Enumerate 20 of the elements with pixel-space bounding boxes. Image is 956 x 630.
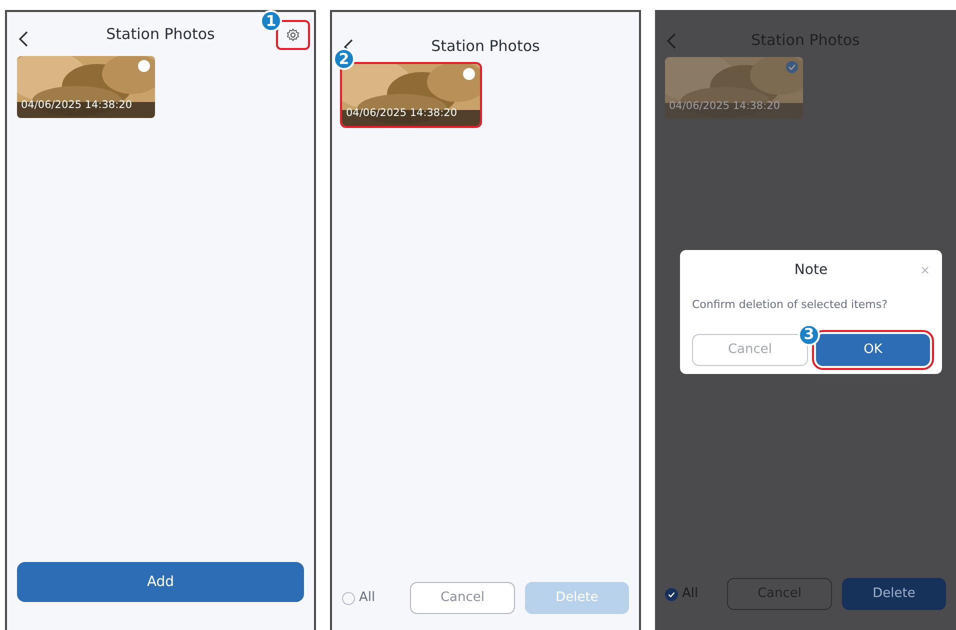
step-number-badge: 1 bbox=[260, 10, 282, 32]
add-button[interactable]: Add bbox=[17, 562, 304, 602]
photo-timestamp: 04/06/2025 14:38:20 bbox=[21, 98, 132, 114]
dialog-message: Confirm deletion of selected items? bbox=[692, 297, 888, 313]
select-circle[interactable] bbox=[786, 61, 798, 73]
screen-title: Station Photos bbox=[106, 24, 215, 45]
close-button[interactable]: × bbox=[920, 261, 930, 279]
photo-thumbnail[interactable]: 04/06/2025 14:38:20 bbox=[17, 56, 155, 118]
step-number-badge: 3 bbox=[798, 324, 820, 346]
photo-timestamp: 04/06/2025 14:38:20 bbox=[669, 99, 780, 114]
delete-button[interactable]: Delete bbox=[842, 578, 946, 610]
screen-title: Station Photos bbox=[431, 36, 540, 57]
step-number-badge: 2 bbox=[333, 48, 355, 70]
ok-button[interactable]: OK bbox=[816, 334, 930, 366]
cancel-button[interactable]: Cancel bbox=[410, 582, 515, 614]
select-all-toggle[interactable]: All bbox=[342, 588, 376, 608]
photo-thumbnail[interactable]: 04/06/2025 14:38:20 bbox=[665, 57, 803, 119]
photo-timestamp: 04/06/2025 14:38:20 bbox=[346, 106, 458, 122]
photo-thumbnail[interactable]: 04/06/2025 14:38:20 bbox=[342, 64, 480, 126]
dialog-title: Note bbox=[794, 261, 828, 280]
